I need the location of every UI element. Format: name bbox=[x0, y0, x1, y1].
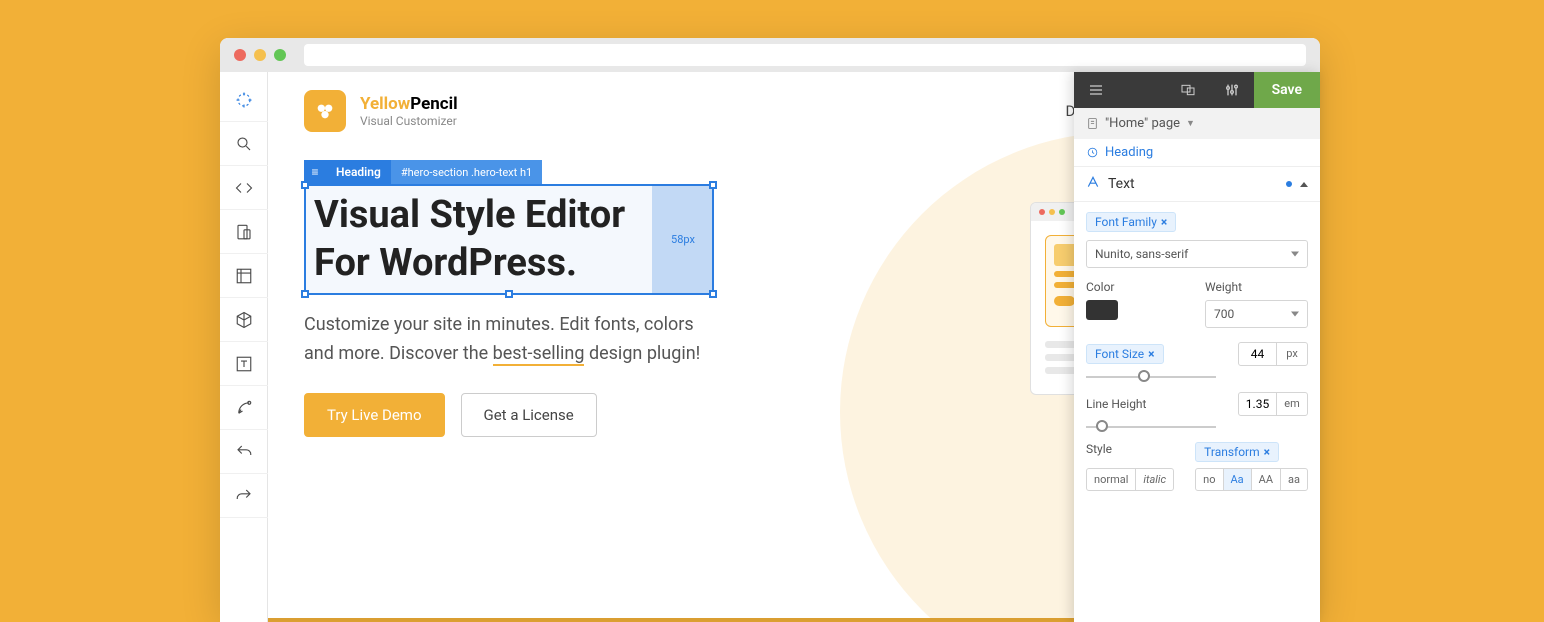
responsive-tool[interactable] bbox=[220, 210, 268, 254]
resize-handle-tl[interactable] bbox=[301, 181, 309, 189]
collapse-icon[interactable] bbox=[1300, 182, 1308, 187]
panel-toolbar: Save bbox=[1074, 72, 1320, 108]
browser-titlebar bbox=[220, 38, 1320, 72]
section-indicator bbox=[1286, 181, 1292, 187]
left-toolbar bbox=[220, 72, 268, 622]
font-size-tag[interactable]: Font Size × bbox=[1086, 344, 1164, 364]
font-family-select[interactable]: Nunito, sans-serif bbox=[1086, 240, 1308, 268]
save-button[interactable]: Save bbox=[1254, 72, 1320, 108]
undo-tool[interactable] bbox=[220, 430, 268, 474]
resize-handle-b[interactable] bbox=[505, 290, 513, 298]
browser-window: YellowPencil Visual Customizer Docs Blog… bbox=[220, 38, 1320, 618]
hero-title: Visual Style EditorFor WordPress. bbox=[314, 192, 704, 287]
line-height-slider[interactable] bbox=[1086, 426, 1216, 428]
style-label: Style bbox=[1086, 442, 1179, 456]
hero-description: Customize your site in minutes. Edit fon… bbox=[304, 311, 724, 369]
panel-menu-icon[interactable] bbox=[1074, 72, 1118, 108]
transform-segments[interactable]: no Aa AA aa bbox=[1195, 468, 1308, 491]
brand-secondary: Pencil bbox=[410, 94, 457, 114]
style-segments[interactable]: normal italic bbox=[1086, 468, 1174, 491]
resize-handle-br[interactable] bbox=[709, 290, 717, 298]
line-height-input[interactable]: 1.35em bbox=[1238, 392, 1308, 416]
color-label: Color bbox=[1086, 280, 1189, 294]
get-license-button[interactable]: Get a License bbox=[461, 393, 597, 437]
cube-tool[interactable] bbox=[220, 298, 268, 342]
url-bar[interactable] bbox=[304, 44, 1306, 66]
code-tool[interactable] bbox=[220, 166, 268, 210]
screens-icon[interactable] bbox=[1166, 72, 1210, 108]
panel-body: Font Family × Nunito, sans-serif Color W… bbox=[1074, 202, 1320, 501]
text-tool[interactable] bbox=[220, 342, 268, 386]
page-selector[interactable]: "Home" page ▼ bbox=[1074, 108, 1320, 139]
color-swatch[interactable] bbox=[1086, 300, 1118, 320]
weight-label: Weight bbox=[1205, 280, 1308, 294]
breadcrumb[interactable]: Heading bbox=[1074, 139, 1320, 166]
padding-indicator: 58px bbox=[652, 184, 714, 295]
selector-tool[interactable] bbox=[220, 78, 268, 122]
animation-tool[interactable] bbox=[220, 386, 268, 430]
logo-icon bbox=[304, 90, 346, 132]
redo-tool[interactable] bbox=[220, 474, 268, 518]
search-tool[interactable] bbox=[220, 122, 268, 166]
try-demo-button[interactable]: Try Live Demo bbox=[304, 393, 445, 437]
selection-menu-icon[interactable]: ≡ bbox=[304, 165, 326, 179]
section-header-text[interactable]: Text bbox=[1074, 166, 1320, 202]
selection-selector: #hero-section .hero-text h1 bbox=[391, 160, 542, 184]
font-size-slider[interactable] bbox=[1086, 376, 1216, 378]
style-panel: Save "Home" page ▼ Heading Text Font Fam… bbox=[1074, 72, 1320, 622]
brand-tagline: Visual Customizer bbox=[360, 114, 458, 128]
selection-label: Heading bbox=[326, 165, 391, 179]
wireframe-tool[interactable] bbox=[220, 254, 268, 298]
close-dot[interactable] bbox=[234, 49, 246, 61]
selection-box[interactable]: Visual Style EditorFor WordPress. 58px bbox=[304, 184, 714, 295]
resize-handle-tr[interactable] bbox=[709, 181, 717, 189]
settings-icon[interactable] bbox=[1210, 72, 1254, 108]
weight-select[interactable]: 700 bbox=[1205, 300, 1308, 328]
transform-tag[interactable]: Transform × bbox=[1195, 442, 1279, 462]
maximize-dot[interactable] bbox=[274, 49, 286, 61]
line-height-label: Line Height bbox=[1086, 397, 1146, 411]
brand: YellowPencil Visual Customizer bbox=[360, 94, 458, 128]
minimize-dot[interactable] bbox=[254, 49, 266, 61]
font-size-input[interactable]: 44px bbox=[1238, 342, 1308, 366]
brand-primary: Yellow bbox=[360, 94, 410, 114]
text-section-icon bbox=[1086, 175, 1100, 193]
selection-bar[interactable]: ≡ Heading #hero-section .hero-text h1 bbox=[304, 160, 542, 184]
font-family-tag[interactable]: Font Family × bbox=[1086, 212, 1176, 232]
resize-handle-bl[interactable] bbox=[301, 290, 309, 298]
